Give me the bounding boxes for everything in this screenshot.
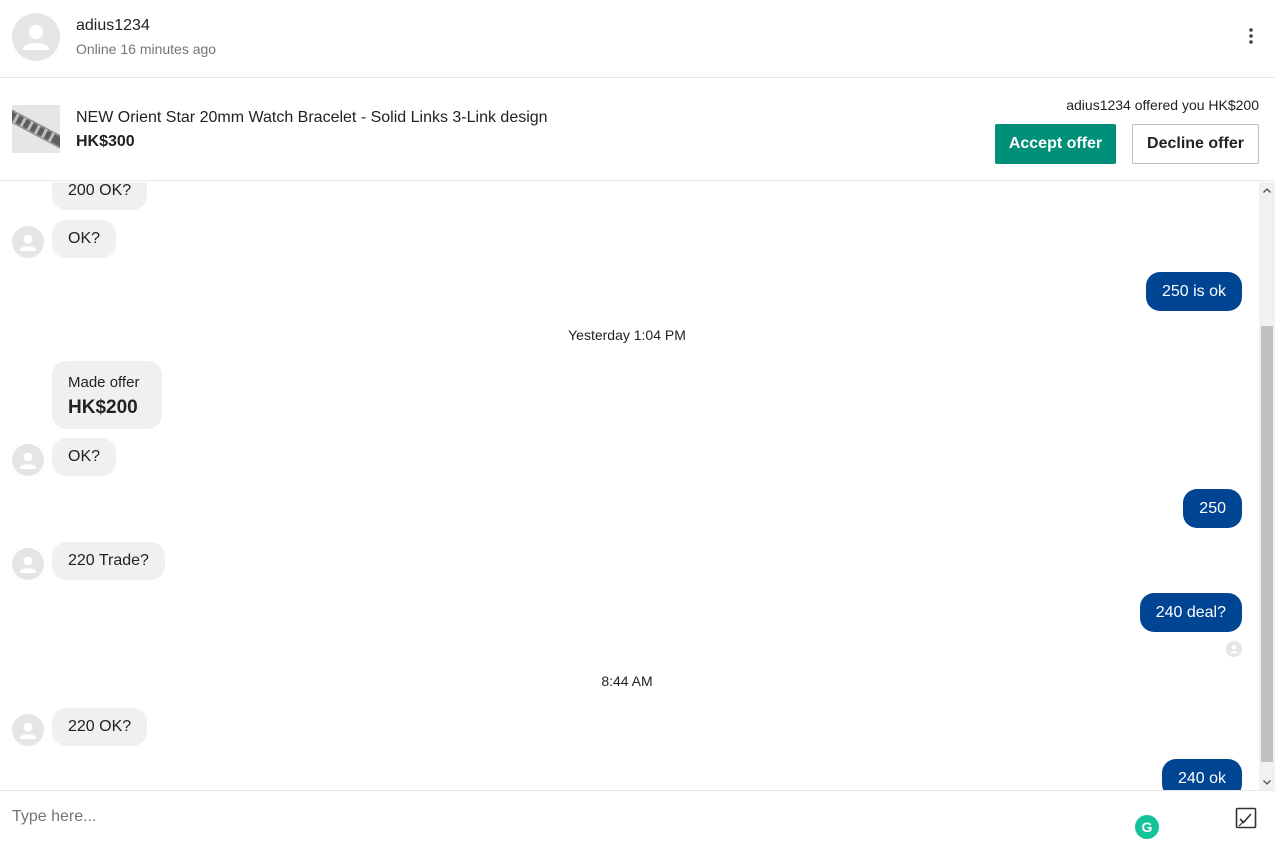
watch-bracelet-image — [12, 105, 60, 153]
message-bubble-incoming: OK? — [52, 438, 117, 476]
read-receipt-icon — [1226, 641, 1242, 657]
accept-offer-button[interactable]: Accept offer — [995, 124, 1116, 164]
scroll-up-button[interactable] — [1259, 182, 1275, 198]
date-separator: 8:44 AM — [601, 673, 653, 689]
product-thumbnail[interactable] — [12, 105, 60, 153]
message-bubble-outgoing: 240 ok — [1161, 759, 1242, 790]
message-bubble-incoming: 220 OK? — [52, 708, 148, 746]
message-bubble-outgoing: 250 — [1183, 489, 1242, 528]
message-text: 240 ok — [1177, 769, 1226, 787]
sender-avatar[interactable] — [12, 444, 44, 476]
product-title[interactable]: NEW Orient Star 20mm Watch Bracelet - So… — [76, 109, 548, 127]
message-text: 220 Trade? — [68, 552, 149, 569]
attach-image-button[interactable] — [1234, 806, 1258, 830]
message-text: 240 deal? — [1155, 603, 1226, 621]
grammarly-icon[interactable]: G — [1135, 815, 1159, 839]
offer-bar: NEW Orient Star 20mm Watch Bracelet - So… — [0, 78, 1275, 181]
person-icon — [20, 556, 36, 573]
more-vertical-icon — [1249, 28, 1253, 44]
chat-header: adius1234 Online 16 minutes ago — [0, 0, 1275, 78]
offer-message-bubble: Made offer HK$200 — [52, 361, 162, 429]
message-bubble-incoming: OK? — [52, 220, 117, 258]
decline-offer-button[interactable]: Decline offer — [1132, 124, 1259, 164]
message-composer: G — [0, 790, 1275, 841]
image-upload-icon — [1235, 807, 1257, 829]
message-bubble-outgoing: 240 deal? — [1139, 593, 1242, 632]
offer-message-amount: HK$200 — [68, 397, 138, 418]
message-bubble-incoming: 220 Trade? — [52, 542, 165, 580]
more-options-button[interactable] — [1240, 24, 1262, 48]
date-separator: Yesterday 1:04 PM — [568, 327, 686, 343]
person-icon — [23, 25, 49, 50]
product-price: HK$300 — [76, 133, 135, 150]
person-icon — [20, 452, 36, 469]
chevron-up-icon — [1263, 187, 1271, 193]
message-input[interactable] — [12, 805, 1112, 829]
message-bubble-outgoing: 250 is ok — [1145, 272, 1242, 311]
scroll-down-button[interactable] — [1259, 774, 1275, 790]
sender-avatar[interactable] — [12, 714, 44, 746]
offer-message-label: Made offer — [68, 374, 140, 391]
user-avatar[interactable] — [12, 13, 60, 61]
sender-avatar[interactable] — [12, 548, 44, 580]
message-bubble-incoming: 200 OK? — [52, 182, 148, 210]
message-text: 220 OK? — [68, 718, 132, 735]
username[interactable]: adius1234 — [76, 17, 150, 35]
message-text: OK? — [68, 448, 101, 465]
message-text: 250 is ok — [1161, 282, 1226, 300]
message-text: 200 OK? — [68, 182, 132, 199]
message-list[interactable]: 200 OK? OK? 250 is ok Yesterday 1:04 PM … — [0, 182, 1259, 790]
person-icon — [20, 234, 36, 251]
scroll-thumb[interactable] — [1261, 326, 1273, 762]
chevron-down-icon — [1263, 779, 1271, 785]
online-status: Online 16 minutes ago — [76, 41, 217, 57]
sender-avatar[interactable] — [12, 226, 44, 258]
message-text: OK? — [68, 230, 101, 247]
message-scrollbar[interactable] — [1259, 182, 1275, 790]
message-text: 250 — [1199, 499, 1226, 517]
person-icon — [20, 722, 36, 739]
offer-note: adius1234 offered you HK$200 — [1066, 97, 1259, 113]
